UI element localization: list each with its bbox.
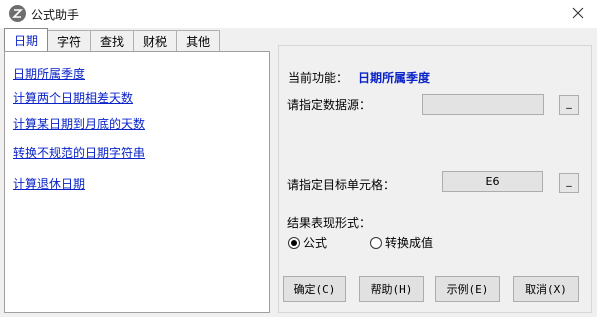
tab-other[interactable]: 其他 xyxy=(177,30,221,52)
data-source-picker-button[interactable]: _ xyxy=(559,95,579,115)
close-button[interactable] xyxy=(566,3,590,25)
title-bar: 公式助手 xyxy=(0,0,597,28)
radio-convert-to-value-indicator xyxy=(370,236,382,249)
category-tabs: 日期 字符 查找 财税 其他 xyxy=(4,28,221,52)
example-button[interactable]: 示例(E) xyxy=(435,276,500,302)
data-source-label: 请指定数据源： xyxy=(287,98,372,112)
result-format-label: 结果表现形式： xyxy=(287,216,372,230)
help-button[interactable]: 帮助(H) xyxy=(359,276,424,302)
ok-button[interactable]: 确定(C) xyxy=(283,276,346,302)
formula-helper-window: 公式助手 日期 字符 查找 财税 其他 日期所属季度 计算两个日期相差天数 计算… xyxy=(0,0,597,317)
function-list-panel: 日期所属季度 计算两个日期相差天数 计算某日期到月底的天数 转换不规范的日期字符… xyxy=(4,51,270,313)
radio-convert-to-value-label: 转换成值 xyxy=(385,236,434,250)
radio-convert-to-value[interactable]: 转换成值 xyxy=(370,234,433,251)
data-source-field[interactable] xyxy=(422,94,544,115)
function-link-days-to-month-end[interactable]: 计算某日期到月底的天数 xyxy=(13,115,145,132)
tab-finance-tax[interactable]: 财税 xyxy=(134,30,178,52)
tab-lookup[interactable]: 查找 xyxy=(91,30,135,52)
target-cell-label: 请指定目标单元格： xyxy=(287,178,396,192)
function-link-retirement-date[interactable]: 计算退休日期 xyxy=(13,175,85,192)
current-function-label: 当前功能： xyxy=(288,71,349,85)
app-logo-icon xyxy=(9,5,26,22)
target-cell-field[interactable]: E6 xyxy=(442,171,543,192)
radio-formula-label: 公式 xyxy=(303,236,328,250)
close-icon xyxy=(572,7,584,22)
tab-date[interactable]: 日期 xyxy=(4,28,49,52)
radio-formula-indicator xyxy=(288,236,300,249)
target-cell-picker-button[interactable]: _ xyxy=(559,173,579,193)
tab-text[interactable]: 字符 xyxy=(48,30,92,52)
function-link-quarter[interactable]: 日期所属季度 xyxy=(13,65,85,82)
window-title: 公式助手 xyxy=(31,8,80,22)
current-function-value: 日期所属季度 xyxy=(358,71,431,85)
cancel-button[interactable]: 取消(X) xyxy=(513,276,579,302)
function-link-convert-date-string[interactable]: 转换不规范的日期字符串 xyxy=(13,144,145,161)
function-link-days-between[interactable]: 计算两个日期相差天数 xyxy=(13,89,133,106)
radio-formula[interactable]: 公式 xyxy=(288,234,327,251)
